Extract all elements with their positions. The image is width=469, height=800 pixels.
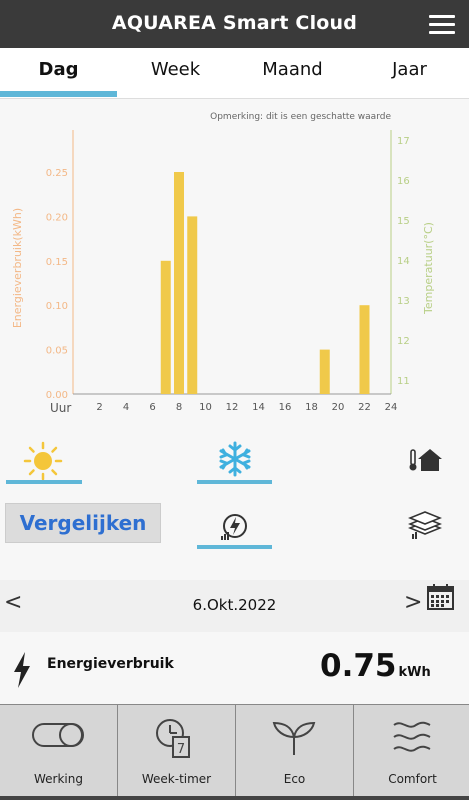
energy-label: Energieverbruik [47, 656, 174, 672]
energy-underline [197, 545, 272, 549]
x-tick-label: 6 [149, 402, 155, 413]
calendar-icon[interactable] [427, 583, 454, 614]
tab-maand[interactable]: Maand [234, 48, 351, 98]
compare-button[interactable]: Vergelijken [5, 503, 161, 543]
nav-week-timer[interactable]: 7 Week-timer [118, 704, 236, 797]
energy-unit: kWh [398, 665, 431, 680]
right-tick-label: 13 [397, 296, 410, 307]
right-tick-label: 15 [397, 216, 410, 227]
waves-icon [393, 721, 431, 752]
left-tick-label: 0.00 [46, 390, 68, 401]
layers-icon[interactable] [407, 510, 443, 544]
right-tick-label: 17 [397, 136, 410, 147]
x-tick-label: 16 [279, 402, 292, 413]
left-axis-label: Energieverbruik(kWh) [11, 208, 24, 328]
bar-hour-22 [359, 305, 370, 394]
nav-comfort[interactable]: Comfort [354, 704, 469, 797]
app-header: AQUAREA Smart Cloud [0, 0, 469, 48]
energy-number: 0.75 [320, 648, 397, 684]
x-tick-label: 4 [123, 402, 129, 413]
nav-comfort-label: Comfort [388, 772, 437, 786]
bar-hour-7 [160, 260, 171, 394]
toggle-icon [32, 723, 84, 747]
next-day-button[interactable]: > [404, 590, 422, 615]
nav-eco-label: Eco [283, 772, 306, 786]
bottom-navigation: Werking 7 Week-timer Eco Comfort [0, 704, 469, 800]
energy-bar-chart: 0.000.050.100.150.200.25 11121314151617 … [11, 130, 435, 415]
x-tick-label: 10 [199, 402, 212, 413]
cooling-underline [197, 480, 272, 484]
right-tick-label: 16 [397, 176, 410, 187]
right-tick-label: 12 [397, 336, 410, 347]
nav-werking[interactable]: Werking [0, 704, 118, 797]
nav-eco[interactable]: Eco [236, 704, 354, 797]
right-tick-label: 11 [397, 376, 410, 387]
active-tab-indicator [0, 91, 117, 97]
bar-hour-8 [174, 172, 184, 394]
current-date: 6.Okt.2022 [192, 596, 277, 614]
x-tick-label: 22 [358, 402, 371, 413]
energy-summary: Energieverbruik 0.75 kWh [0, 632, 469, 704]
snowflake-icon[interactable] [217, 441, 253, 481]
x-tick-label: 18 [305, 402, 318, 413]
nav-werking-label: Werking [34, 772, 83, 786]
x-tick-label: 12 [226, 402, 239, 413]
x-axis-label: Uur [50, 401, 71, 415]
sprout-icon [272, 721, 316, 755]
right-tick-label: 14 [397, 256, 410, 267]
bar-hour-19 [319, 349, 330, 394]
left-tick-label: 0.10 [46, 301, 68, 312]
timer-icon: 7 [156, 719, 190, 758]
x-tick-label: 8 [176, 402, 182, 413]
x-tick-label: 20 [332, 402, 345, 413]
left-tick-label: 0.25 [46, 168, 68, 179]
left-tick-label: 0.15 [46, 257, 68, 268]
right-axis-label: Temperatuur(°C) [422, 222, 435, 315]
house-thermometer-icon[interactable] [408, 447, 442, 477]
hamburger-menu-icon[interactable] [429, 15, 455, 35]
app-title: AQUAREA Smart Cloud [111, 12, 358, 34]
tab-week[interactable]: Week [117, 48, 234, 98]
system-bottom-strip [0, 796, 469, 800]
lightning-icon [12, 652, 32, 692]
left-tick-label: 0.05 [46, 346, 68, 357]
x-tick-label: 2 [96, 402, 102, 413]
x-tick-label: 24 [385, 402, 398, 413]
energy-gauge-icon[interactable] [220, 511, 250, 545]
energy-value: 0.75 kWh [320, 648, 431, 684]
bar-hour-9 [187, 216, 198, 394]
svg-text:7: 7 [177, 742, 185, 757]
x-tick-label: 14 [252, 402, 265, 413]
sun-icon[interactable] [23, 441, 63, 485]
heating-underline [6, 480, 82, 484]
date-navigator: < 6.Okt.2022 > [0, 580, 469, 632]
left-tick-label: 0.20 [46, 212, 68, 223]
tab-jaar[interactable]: Jaar [351, 48, 468, 98]
nav-week-timer-label: Week-timer [141, 772, 212, 786]
